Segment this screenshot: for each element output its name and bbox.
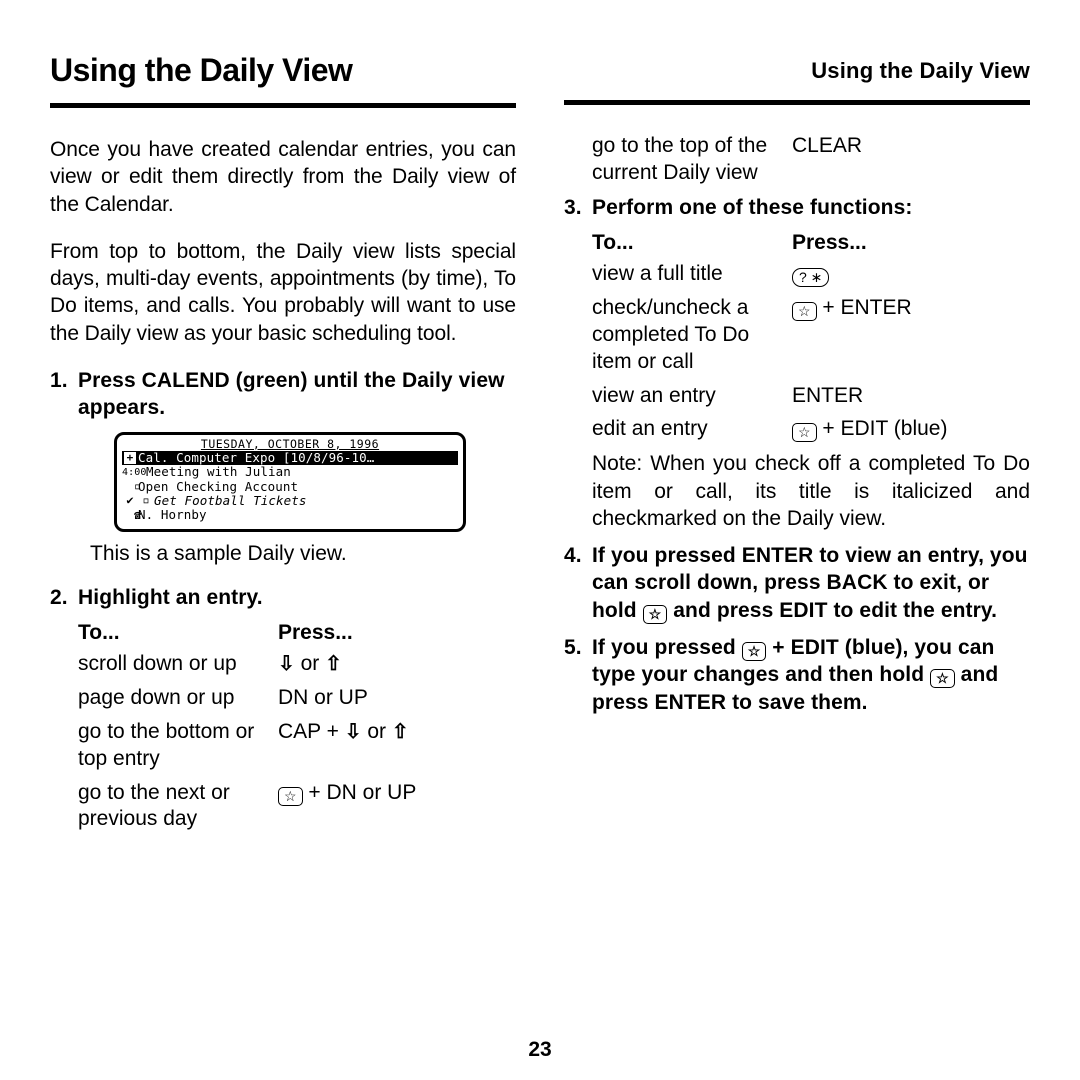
t2-r0-to: scroll down or up bbox=[78, 651, 278, 678]
intro-para-2: From top to bottom, the Daily view lists… bbox=[50, 238, 516, 347]
lcd-caption: This is a sample Daily view. bbox=[90, 542, 516, 566]
t2-row-3: go to the next or previous day ☆ + DN or… bbox=[78, 780, 516, 834]
hdr-press: Press... bbox=[278, 621, 353, 645]
step-1-num: 1. bbox=[50, 367, 78, 422]
page-title-right: Using the Daily View bbox=[564, 58, 1030, 84]
down-arrow-icon: ⇩ bbox=[345, 724, 362, 741]
lcd-row-4: ✔ ▫ Get Football Tickets bbox=[122, 494, 458, 508]
down-arrow-icon: ⇩ bbox=[278, 656, 295, 673]
hdr-to-3: To... bbox=[592, 231, 792, 255]
t2-row-1: page down or up DN or UP bbox=[78, 685, 516, 712]
t2-row-0: scroll down or up ⇩ or ⇧ bbox=[78, 651, 516, 678]
lcd-row-2-text: Meeting with Julian bbox=[146, 465, 291, 479]
up-arrow-icon: ⇧ bbox=[392, 724, 409, 741]
t2-row-2: go to the bottom or top entry CAP + ⇩ or… bbox=[78, 719, 516, 773]
t3-r0-press: ? ∗ bbox=[792, 261, 1030, 288]
star-key-icon: ☆ bbox=[643, 605, 668, 624]
t3-row-1: check/uncheck a completed To Do item or … bbox=[592, 295, 1030, 376]
lcd-highlight-text: Cal. Computer Expo [10/8/96-10… bbox=[138, 451, 374, 465]
step-3-num: 3. bbox=[564, 194, 592, 221]
t3-row-0: view a full title ? ∗ bbox=[592, 261, 1030, 288]
t3-r1-press: ☆ + ENTER bbox=[792, 295, 1030, 376]
t2-r3-to: go to the next or previous day bbox=[78, 780, 278, 834]
lcd-row-4-text: Get Football Tickets bbox=[154, 494, 307, 508]
t2c-row: go to the top of the current Daily view … bbox=[592, 133, 1030, 187]
rule-left bbox=[50, 103, 516, 108]
t3-r3-press: ☆ + EDIT (blue) bbox=[792, 416, 1030, 443]
t3-row-2: view an entry ENTER bbox=[592, 383, 1030, 410]
table-2-cont: go to the top of the current Daily view … bbox=[592, 133, 1030, 187]
lcd-row-5: ☎ N. Hornby bbox=[122, 508, 458, 522]
t2-r2-press: CAP + ⇩ or ⇧ bbox=[278, 719, 516, 773]
lcd-row-3-text: Open Checking Account bbox=[138, 480, 298, 494]
t3-r2-to: view an entry bbox=[592, 383, 792, 410]
t2-r1-to: page down or up bbox=[78, 685, 278, 712]
page-title-left: Using the Daily View bbox=[50, 52, 516, 89]
step-3-note: Note: When you check off a com­pleted To… bbox=[592, 450, 1030, 532]
lcd-date: TUESDAY, OCTOBER 8, 1996 bbox=[122, 438, 458, 451]
lcd-highlight-row: + Cal. Computer Expo [10/8/96-10… bbox=[122, 451, 458, 465]
question-key-icon: ? ∗ bbox=[792, 268, 829, 287]
t3-r2-press: ENTER bbox=[792, 383, 1030, 410]
t2-r0-press: ⇩ or ⇧ bbox=[278, 651, 516, 678]
step-3: 3. Perform one of these functions: bbox=[564, 194, 1030, 221]
lcd-row-3: ▫ Open Checking Account bbox=[122, 480, 458, 494]
star-key-icon: ☆ bbox=[792, 423, 817, 442]
t2c-press: CLEAR bbox=[792, 133, 1030, 187]
star-key-icon: ☆ bbox=[930, 669, 955, 688]
intro-para-1: Once you have created calendar entries, … bbox=[50, 136, 516, 218]
rule-right bbox=[564, 100, 1030, 105]
page-number: 23 bbox=[0, 1038, 1080, 1062]
t2-r1-press: DN or UP bbox=[278, 685, 516, 712]
step-1-text: Press CALEND (green) until the Daily vie… bbox=[78, 367, 516, 422]
t3-r1-to: check/uncheck a completed To Do item or … bbox=[592, 295, 792, 376]
t2-r2-to: go to the bottom or top entry bbox=[78, 719, 278, 773]
step-5-num: 5. bbox=[564, 634, 592, 716]
step-3-text: Perform one of these functions: bbox=[592, 194, 1030, 221]
star-key-icon: ☆ bbox=[278, 787, 303, 806]
table-2-header: To... Press... bbox=[78, 621, 516, 645]
note-icon-2: ▫ bbox=[138, 494, 154, 508]
lcd-row-5-text: N. Hornby bbox=[138, 508, 207, 522]
t3-r0-to: view a full title bbox=[592, 261, 792, 288]
step-2-num: 2. bbox=[50, 584, 78, 611]
star-key-icon: ☆ bbox=[742, 642, 767, 661]
lcd-row-2: 4:00 Meeting with Julian bbox=[122, 465, 458, 479]
step-5-text: If you pressed ☆ + EDIT (blue), you can … bbox=[592, 634, 1030, 716]
step-4: 4. If you pressed ENTER to view an entry… bbox=[564, 542, 1030, 624]
step-1: 1. Press CALEND (green) until the Daily … bbox=[50, 367, 516, 422]
left-column: Using the Daily View Once you have creat… bbox=[50, 40, 516, 840]
step-4-text: If you pressed ENTER to view an entry, y… bbox=[592, 542, 1030, 624]
table-3: To... Press... view a full title ? ∗ che… bbox=[592, 231, 1030, 443]
step-5: 5. If you pressed ☆ + EDIT (blue), you c… bbox=[564, 634, 1030, 716]
daily-view-lcd: TUESDAY, OCTOBER 8, 1996 + Cal. Computer… bbox=[114, 432, 466, 532]
t2c-to: go to the top of the current Daily view bbox=[592, 133, 792, 187]
plus-icon: + bbox=[124, 452, 136, 464]
lcd-time: 4:00 bbox=[122, 467, 146, 479]
step-2: 2. Highlight an entry. bbox=[50, 584, 516, 611]
table-2: To... Press... scroll down or up ⇩ or ⇧ … bbox=[78, 621, 516, 833]
step-2-text: Highlight an entry. bbox=[78, 584, 516, 611]
note-icon: ▫ bbox=[122, 480, 138, 494]
hdr-to: To... bbox=[78, 621, 278, 645]
step-4-num: 4. bbox=[564, 542, 592, 624]
t2-r3-press: ☆ + DN or UP bbox=[278, 780, 516, 834]
table-3-header: To... Press... bbox=[592, 231, 1030, 255]
check-icon: ✔ bbox=[122, 494, 138, 508]
up-arrow-icon: ⇧ bbox=[325, 656, 342, 673]
phone-icon: ☎ bbox=[122, 509, 138, 523]
right-column: Using the Daily View go to the top of th… bbox=[564, 40, 1030, 840]
t3-row-3: edit an entry ☆ + EDIT (blue) bbox=[592, 416, 1030, 443]
t3-r3-to: edit an entry bbox=[592, 416, 792, 443]
hdr-press-3: Press... bbox=[792, 231, 867, 255]
star-key-icon: ☆ bbox=[792, 302, 817, 321]
